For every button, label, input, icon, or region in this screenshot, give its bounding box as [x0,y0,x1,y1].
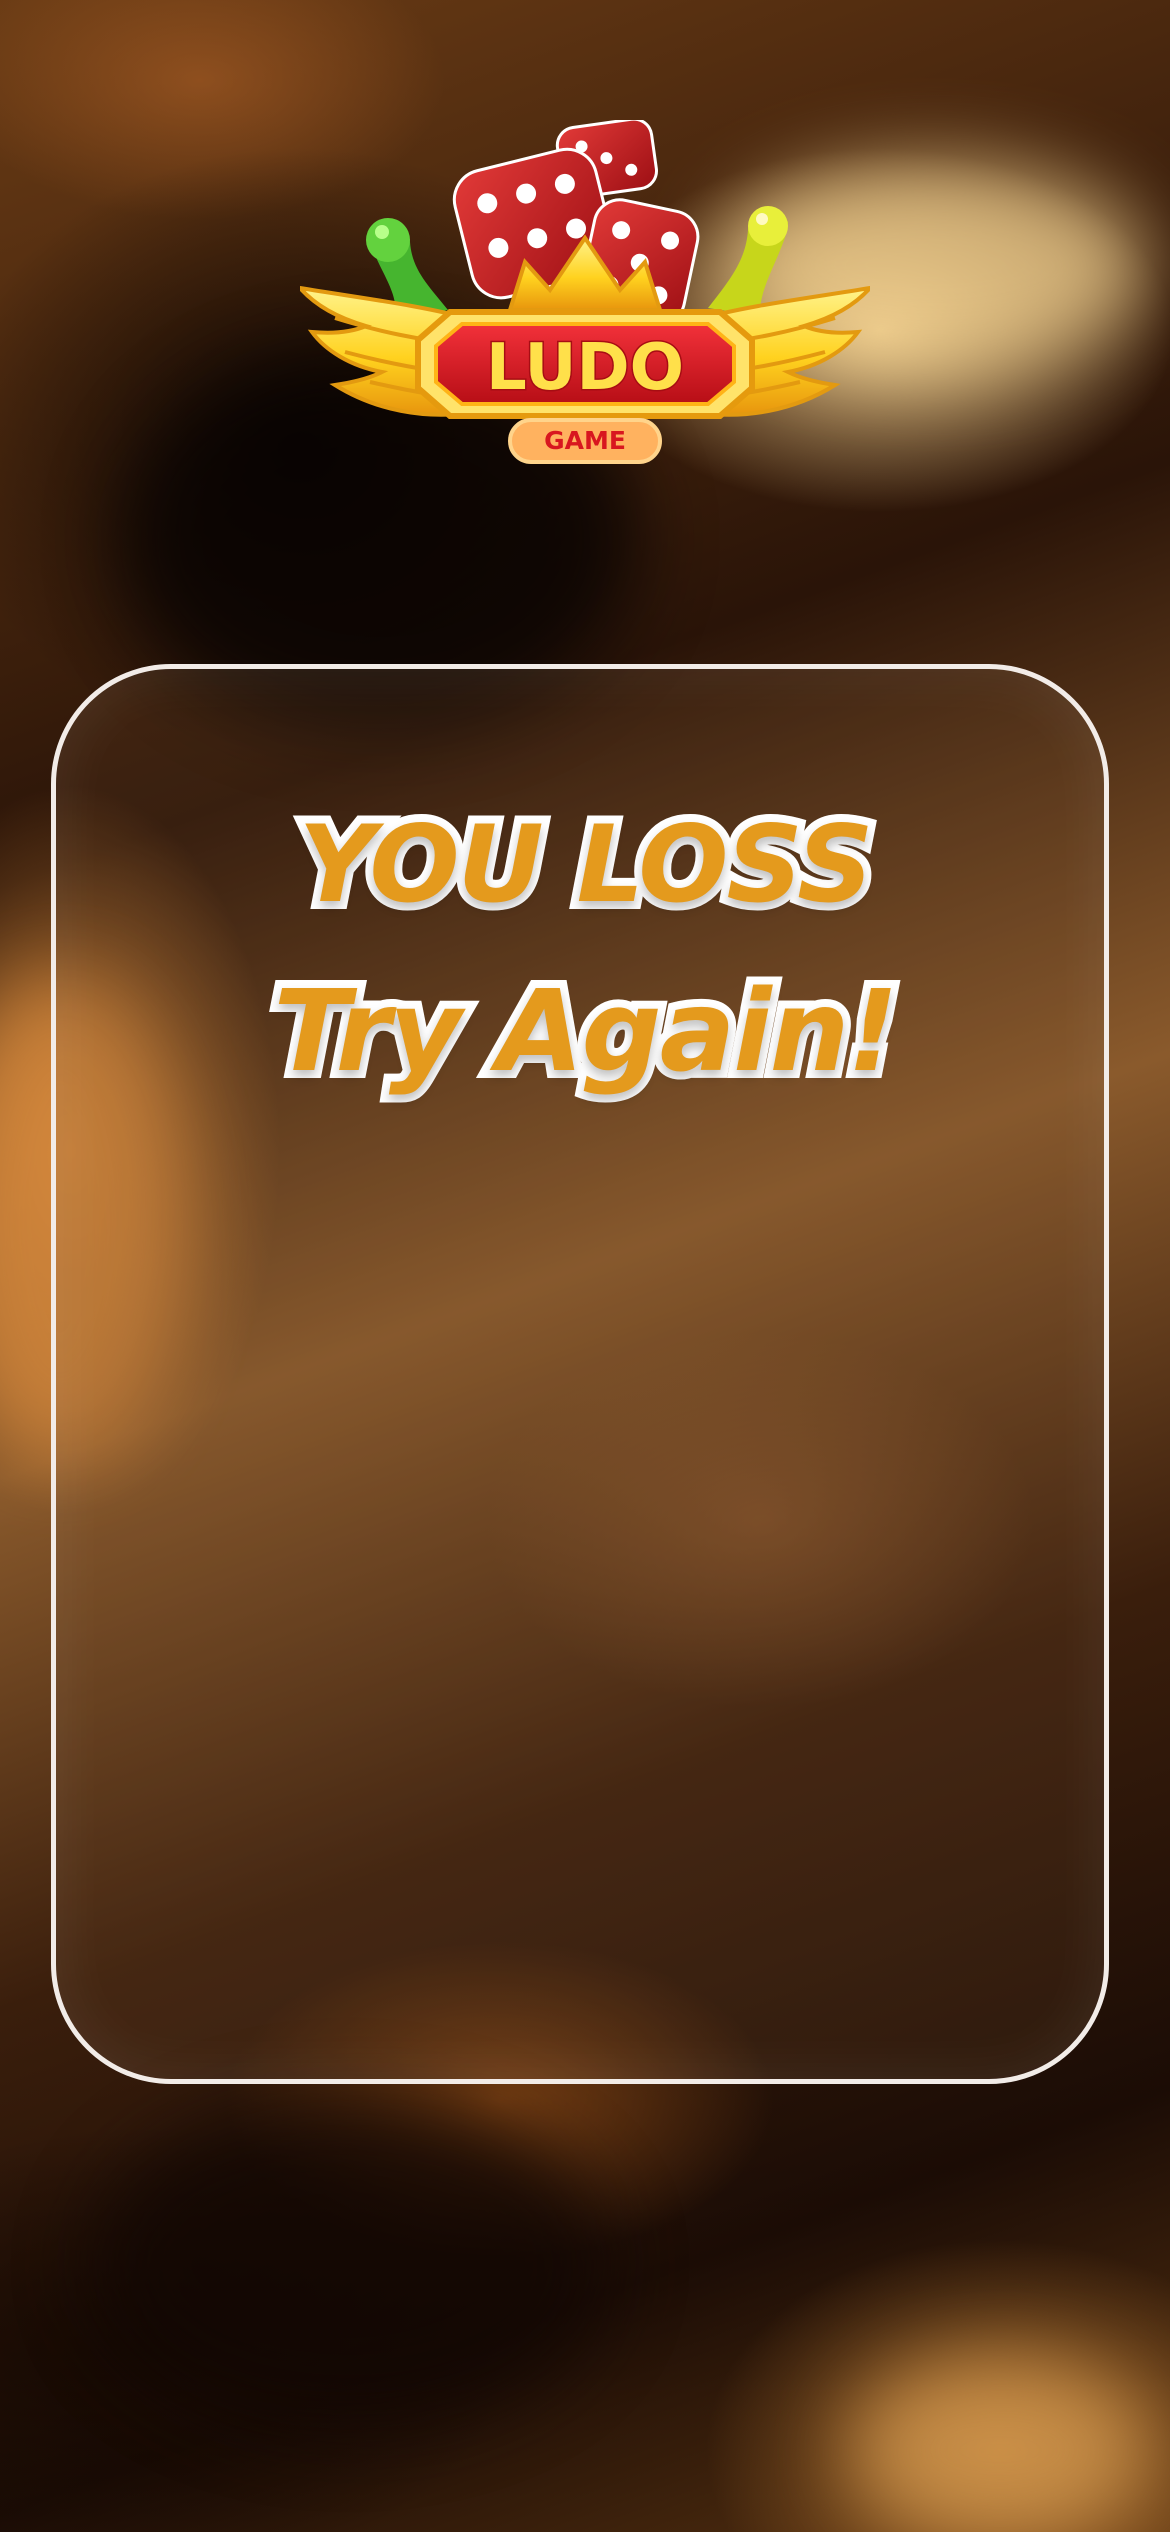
background-shadow [90,2100,610,2430]
try-again-text[interactable]: Try Again! [0,959,1170,1105]
result-headline: YOU LOSS [291,795,882,934]
background-highlight [850,2360,1150,2532]
yellow-pawn-icon [708,206,788,316]
logo-main-text: LUDO [486,331,684,405]
logo-badge: LUDO GAME [415,309,755,464]
logo-sub-text: GAME [544,426,626,455]
ludo-game-logo: LUDO GAME [300,120,870,464]
